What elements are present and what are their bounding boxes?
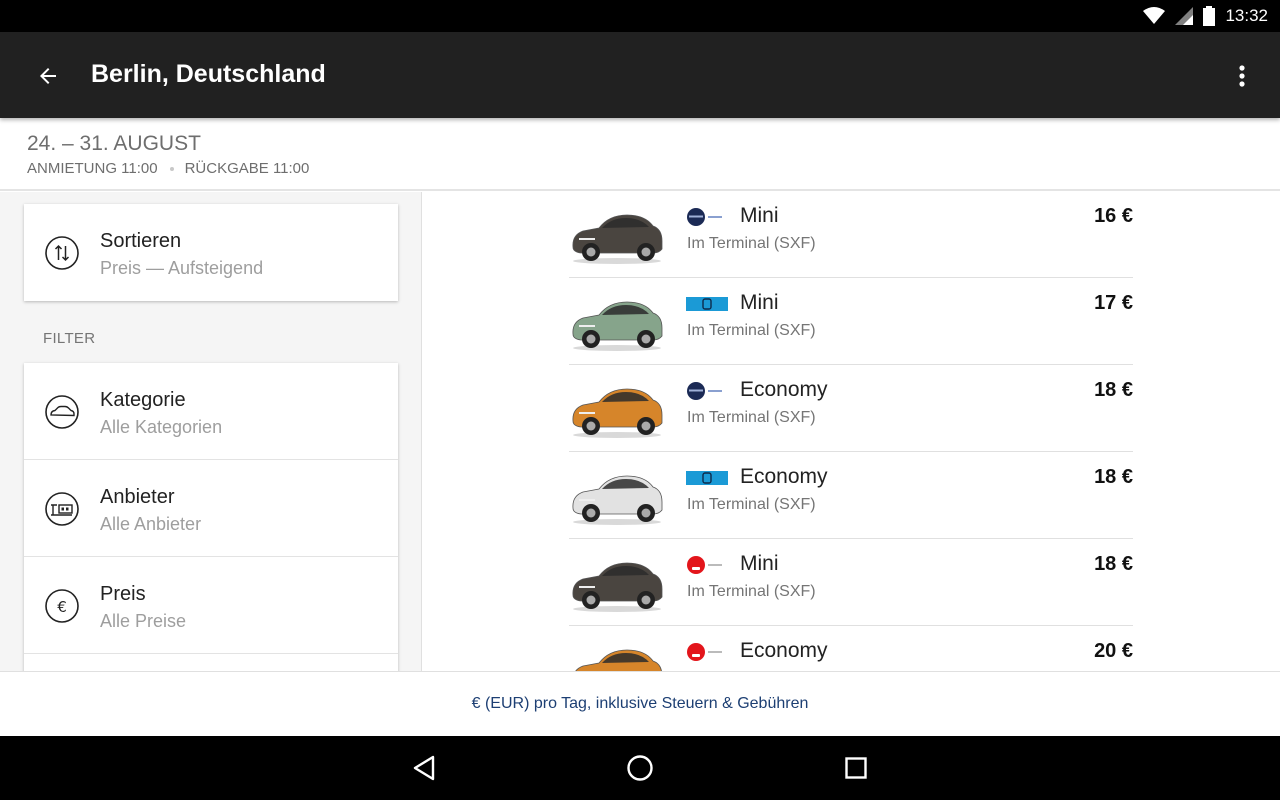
filter-category-value: Alle Kategorien [100,417,223,437]
more-vert-icon [1239,65,1245,87]
system-nav-bar [0,736,1280,800]
car-result-row[interactable]: Economy Im Terminal (SXF) 18 € [569,365,1133,452]
car-category: Economy [740,639,828,662]
car-result-row[interactable]: Mini Im Terminal (SXF) 17 € [569,278,1133,365]
interrent-logo [686,471,728,485]
sort-arrows-icon [45,236,79,270]
filter-more[interactable] [24,654,398,671]
car-image [572,562,663,612]
interrent-logo [686,297,728,311]
signal-icon [1175,7,1194,25]
euro-icon: € [45,589,79,623]
filter-price-value: Alle Preise [100,611,187,631]
sort-option[interactable]: Sortieren Preis — Aufsteigend [24,204,398,301]
car-result-row[interactable]: Economy Im Terminal (SXF) 18 € [569,452,1133,539]
red-circle-logo [687,556,722,574]
red-circle-logo [687,643,722,661]
car-image [572,301,663,351]
filter-provider[interactable]: Anbieter Alle Anbieter [24,460,398,557]
car-category: Mini [740,204,779,227]
sort-title: Sortieren [100,230,182,252]
filter-section-label: FILTER [43,330,96,347]
filter-price-title: Preis [100,583,146,605]
system-recents-button[interactable] [838,750,874,786]
car-result-row[interactable]: Mini Im Terminal (SXF) 16 € [569,192,1133,278]
circle-home-icon [627,755,653,781]
pickup-location: Im Terminal (SXF) [687,409,816,426]
page-title: Berlin, Deutschland [91,60,326,88]
car-image [572,475,663,525]
date-range: 24. – 31. AUGUST [27,132,201,155]
pickup-location: Im Terminal (SXF) [687,322,816,339]
pickup-location: Im Terminal (SXF) [687,235,816,252]
battery-icon [1203,6,1216,26]
filter-price[interactable]: € Preis Alle Preise [24,557,398,654]
pickup-return-times: ANMIETUNG 11:00 RÜCKGABE 11:00 [27,160,309,177]
price-per-day: 18 € [1094,553,1133,575]
price-per-day: 18 € [1094,466,1133,488]
car-category: Economy [740,465,828,488]
filter-provider-value: Alle Anbieter [100,514,202,534]
car-category: Mini [740,291,779,314]
return-time: RÜCKGABE 11:00 [184,160,310,177]
price-per-day: 18 € [1094,379,1133,401]
status-bar: 13:32 [0,0,1280,32]
rental-desk-icon [45,492,79,526]
system-home-button[interactable] [622,750,658,786]
price-info-bar: € (EUR) pro Tag, inklusive Steuern & Geb… [0,671,1280,736]
filter-panel: Sortieren Preis — Aufsteigend FILTER Kat… [0,192,422,671]
wifi-icon [1143,7,1166,24]
car-category: Economy [740,378,828,401]
pickup-location: Im Terminal (SXF) [687,496,816,513]
price-info-text: € (EUR) pro Tag, inklusive Steuern & Geb… [471,695,809,712]
price-per-day: 20 € [1094,640,1133,662]
svg-text:€: € [57,598,67,616]
system-back-button[interactable] [406,750,442,786]
car-icon [45,395,79,429]
filter-category[interactable]: Kategorie Alle Kategorien [24,363,398,460]
separator-dot [169,166,174,171]
car-image [572,214,663,264]
car-category: Mini [740,552,779,575]
car-result-row[interactable]: EconomyIm Terminal (SXF)20 € [569,626,1133,671]
results-list: Mini Im Terminal (SXF) 16 € Mini Im Terminal… [423,192,1280,671]
filter-card: Kategorie Alle Kategorien Anbieter Alle … [24,363,398,671]
app-bar: Berlin, Deutschland [0,32,1280,118]
price-per-day: 17 € [1094,292,1133,314]
price-per-day: 16 € [1094,205,1133,227]
square-recents-icon [845,757,867,779]
filter-category-title: Kategorie [100,389,186,411]
back-button[interactable] [28,56,68,96]
date-summary[interactable]: 24. – 31. AUGUST ANMIETUNG 11:00 RÜCKGAB… [0,118,1280,191]
filter-provider-title: Anbieter [100,486,175,508]
triangle-back-icon [413,755,435,781]
sort-card: Sortieren Preis — Aufsteigend [24,204,398,301]
sort-value: Preis — Aufsteigend [100,258,264,278]
arrow-left-icon [40,68,56,84]
pickup-time: ANMIETUNG 11:00 [27,160,158,177]
pickup-location: Im Terminal (SXF) [687,583,816,600]
overflow-menu-button[interactable] [1226,56,1258,96]
status-time: 13:32 [1225,6,1268,25]
navy-circle-logo [687,208,722,226]
car-image [572,388,663,438]
car-image [575,649,662,671]
navy-circle-logo [687,382,722,400]
car-result-row[interactable]: Mini Im Terminal (SXF) 18 € [569,539,1133,626]
